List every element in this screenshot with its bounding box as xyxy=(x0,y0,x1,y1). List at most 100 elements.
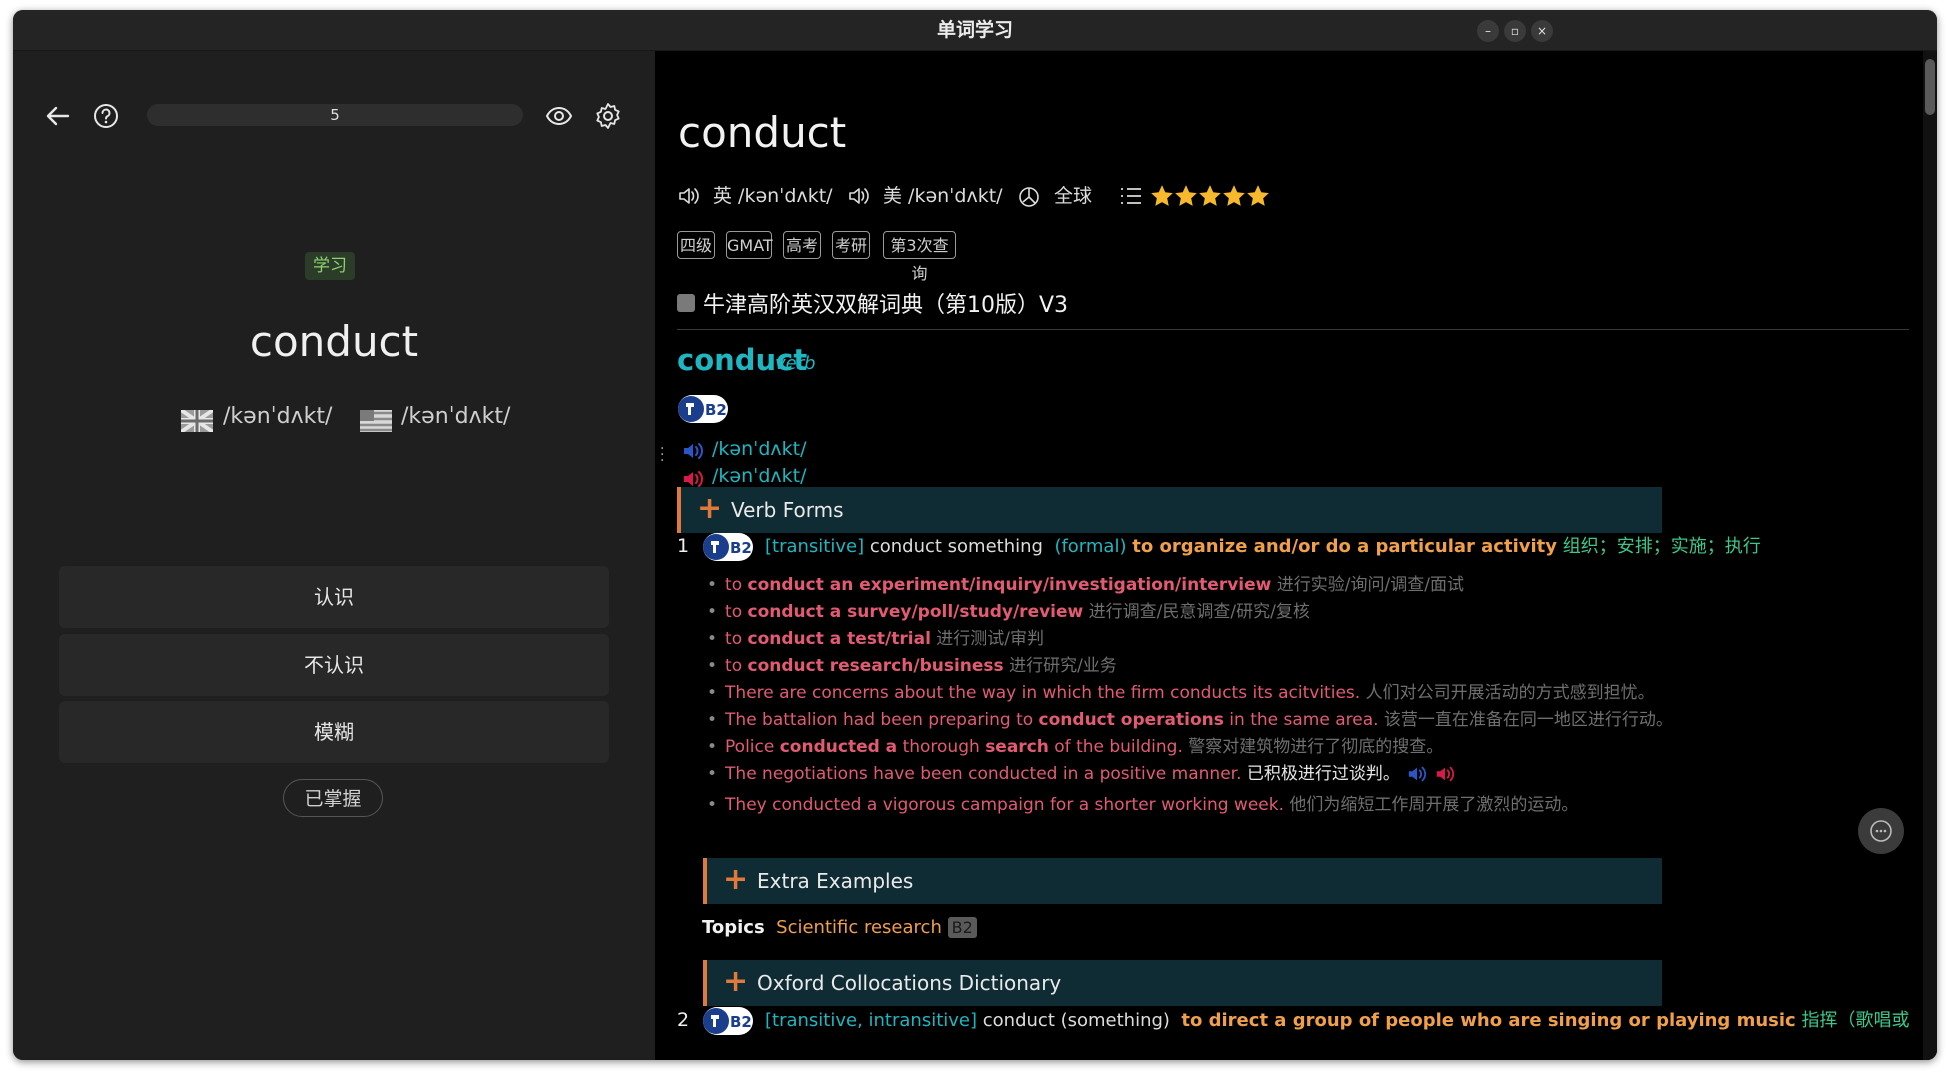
topic-link[interactable]: Scientific research xyxy=(776,917,942,938)
definition-zh: 组织；安排；实施；执行 xyxy=(1562,536,1761,557)
definition-text: to direct a group of people who are sing… xyxy=(1181,1010,1796,1031)
global-label: 全球 xyxy=(1054,185,1093,207)
sense2-definition-line: [transitive, intransitive] conduct (some… xyxy=(765,1009,1909,1033)
extra-examples-section[interactable]: + Extra Examples xyxy=(703,858,1662,904)
scroll-thumb[interactable] xyxy=(1925,59,1935,115)
example-translation: 已积极进行过谈判。 xyxy=(1241,764,1400,784)
drag-handle[interactable]: · · · xyxy=(660,442,664,468)
list-icon[interactable] xyxy=(1119,185,1143,207)
bullet: • xyxy=(707,683,718,703)
mode-tag: 学习 xyxy=(305,252,355,280)
topics-label: Topics xyxy=(702,917,765,938)
uk-pron-label: 英 /kənˈdʌkt/ xyxy=(713,185,833,207)
plus-icon: + xyxy=(723,964,749,999)
bullet: • xyxy=(707,764,718,784)
headword: conduct xyxy=(678,108,847,157)
floating-chat-button[interactable] xyxy=(1858,808,1904,854)
eye-icon[interactable] xyxy=(543,100,575,132)
bullet: • xyxy=(707,602,718,622)
close-button[interactable]: × xyxy=(1531,20,1553,42)
example-sentence: • to conduct research/business 进行研究/业务 xyxy=(707,656,1117,676)
example-sentence: • to conduct a test/trial 进行测试/审判 xyxy=(707,629,1045,649)
pronunciation-row: 英 /kənˈdʌkt/ 美 /kənˈdʌkt/ 全球 xyxy=(677,181,1297,211)
dictionary-title: 牛津高阶英汉双解词典（第10版）V3 xyxy=(703,293,1069,318)
example-translation: 警察对建筑物进行了彻底的搜查。 xyxy=(1182,737,1444,757)
know-button[interactable]: 认识 xyxy=(59,566,609,628)
oxford-level-badge: B2 xyxy=(703,1007,753,1035)
example-sentence: • to conduct an experiment/inquiry/invest… xyxy=(707,575,1464,595)
plus-icon: + xyxy=(723,862,749,897)
speaker-uk-icon[interactable] xyxy=(677,185,701,207)
svg-text:B2: B2 xyxy=(730,1013,752,1031)
pattern-label: conduct (something) xyxy=(982,1010,1170,1031)
speaker-us-icon[interactable] xyxy=(847,185,871,207)
star-icon xyxy=(1223,185,1245,206)
example-sentence: • They conducted a vigorous campaign for … xyxy=(707,795,1579,815)
minimize-button[interactable]: – xyxy=(1477,20,1499,42)
tag-kaoyan[interactable]: 考研 xyxy=(832,231,870,259)
maximize-button[interactable]: ▫ xyxy=(1504,20,1526,42)
us-flag-icon[interactable] xyxy=(360,410,392,432)
globe-chart-icon[interactable] xyxy=(1017,185,1041,209)
sense1-definition-line: [transitive] conduct something (formal) … xyxy=(765,535,1761,559)
topic-level-badge: B2 xyxy=(947,917,977,938)
grammar-label: [transitive, intransitive] xyxy=(765,1010,978,1031)
tag-gaokao[interactable]: 高考 xyxy=(783,231,821,259)
help-icon[interactable] xyxy=(90,100,122,132)
star-icon xyxy=(1175,185,1197,206)
speaker-blue-icon[interactable] xyxy=(1406,764,1428,784)
mastered-button[interactable]: 已掌握 xyxy=(283,779,383,817)
topics-row: Topics Scientific research B2 xyxy=(702,913,977,943)
example-translation: 进行调查/民意调查/研究/复核 xyxy=(1083,602,1310,622)
collocations-label: Oxford Collocations Dictionary xyxy=(757,971,1062,995)
star-icon xyxy=(1199,185,1221,206)
back-arrow-icon[interactable] xyxy=(42,100,74,132)
settings-gear-icon[interactable] xyxy=(592,100,624,132)
example-sentence: • Police conducted a thorough search of t… xyxy=(707,737,1444,757)
bullet: • xyxy=(707,795,718,815)
verb-forms-section[interactable]: + Verb Forms xyxy=(677,487,1662,533)
dictionary-checkbox[interactable] xyxy=(677,294,695,312)
chat-icon xyxy=(1870,820,1892,842)
oxford-level-badge: B2 xyxy=(703,533,753,561)
sense-number: 1 xyxy=(677,535,690,557)
speaker-red-icon[interactable] xyxy=(1434,764,1456,784)
progress-bar: 5 xyxy=(147,104,523,126)
register-label: (formal) xyxy=(1054,536,1127,557)
scrollbar[interactable] xyxy=(1923,51,1937,1060)
bullet: • xyxy=(707,656,718,676)
study-word: conduct xyxy=(249,317,419,366)
example-sentence: • There are concerns about the way in whi… xyxy=(707,683,1655,703)
study-panel: 5 学习 conduct /kənˈdʌkt/ /kənˈdʌkt/ 认识 不认… xyxy=(13,51,655,1060)
tag-cet4[interactable]: 四级 xyxy=(677,231,715,259)
sense-number: 2 xyxy=(677,1009,690,1031)
window-title: 单词学习 xyxy=(936,19,1013,41)
example-sentence: • to conduct a survey/poll/study/review 进… xyxy=(707,602,1310,622)
example-translation: 该营一直在准备在同一地区进行行动。 xyxy=(1378,710,1673,730)
tag-gmat[interactable]: GMAT xyxy=(726,231,773,259)
uk-phonetic: /kənˈdʌkt/ xyxy=(223,404,333,429)
svg-text:B2: B2 xyxy=(730,539,752,557)
entry-pos: verb xyxy=(775,353,816,374)
example-translation: 进行测试/审判 xyxy=(930,629,1045,649)
collocations-section[interactable]: + Oxford Collocations Dictionary xyxy=(703,960,1662,1006)
entry-phonetic-uk: /kənˈdʌkt/ xyxy=(712,438,807,460)
example-sentence: • The negotiations have been conducted in… xyxy=(707,762,1456,786)
pattern-label: conduct something xyxy=(869,536,1043,557)
divider xyxy=(677,329,1909,330)
vague-button[interactable]: 模糊 xyxy=(59,701,609,763)
bullet: • xyxy=(707,629,718,649)
speaker-blue-icon[interactable] xyxy=(681,440,705,462)
grammar-label: [transitive] xyxy=(765,536,865,557)
bullet: • xyxy=(707,710,718,730)
definition-zh: 指挥（歌唱或 xyxy=(1801,1010,1910,1031)
example-sentence: • The battalion had been preparing to con… xyxy=(707,710,1673,730)
example-translation: 进行研究/业务 xyxy=(1003,656,1117,676)
dont-know-button[interactable]: 不认识 xyxy=(59,634,609,696)
definition-text: to organize and/or do a particular activ… xyxy=(1132,536,1557,557)
star-icon xyxy=(1151,185,1173,206)
uk-flag-icon[interactable] xyxy=(181,410,213,432)
us-pron-label: 美 /kənˈdʌkt/ xyxy=(883,185,1003,207)
tag-lookup-count[interactable]: 第3次查询 xyxy=(883,231,956,283)
svg-text:B2: B2 xyxy=(705,401,727,419)
